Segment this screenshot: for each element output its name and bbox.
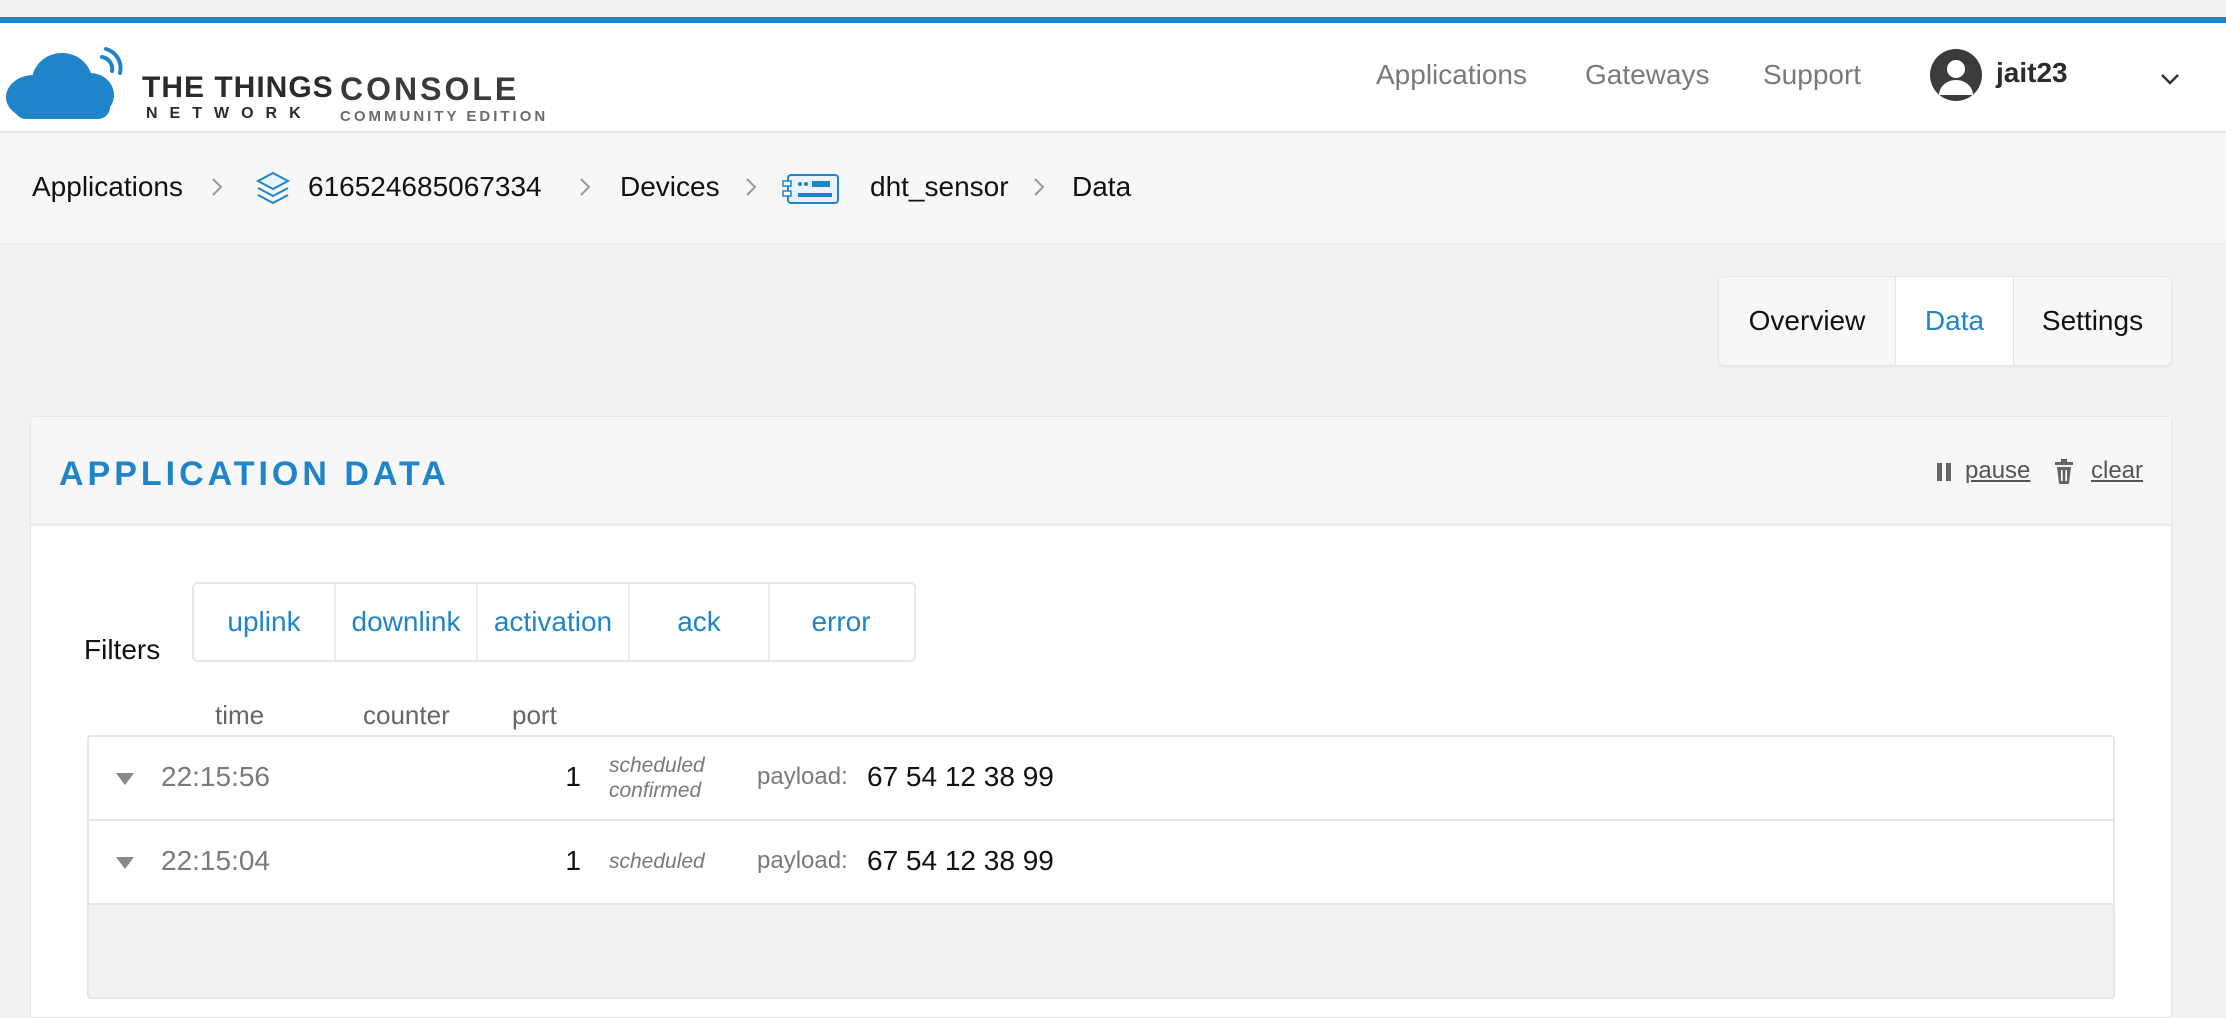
product-name: CONSOLE (340, 71, 520, 107)
panel-header: APPLICATION DATA pause clear (31, 417, 2171, 526)
expand-caret-icon[interactable] (115, 856, 135, 870)
product-edition: COMMUNITY EDITION (340, 108, 549, 125)
tab-settings[interactable]: Settings (2014, 277, 2171, 365)
application-stack-icon (255, 171, 291, 205)
header: THE THINGS NETWORK CONSOLE COMMUNITY EDI… (0, 23, 2226, 133)
breadcrumb: Applications 616524685067334 Devices dht… (0, 133, 2226, 245)
payload-label: payload: (757, 763, 848, 790)
row-status-scheduled: scheduled (609, 850, 705, 873)
filter-uplink[interactable]: uplink (194, 584, 334, 660)
expand-caret-icon[interactable] (115, 772, 135, 786)
payload-value: 67 54 12 38 99 (867, 761, 1054, 792)
breadcrumb-devices[interactable]: Devices (620, 171, 720, 203)
table-row[interactable]: 22:15:04 1 scheduled payload: 67 54 12 3… (89, 821, 2113, 905)
device-tabs: Overview Data Settings (1718, 276, 2172, 366)
chevron-right-icon (580, 178, 591, 196)
filter-activation[interactable]: activation (478, 584, 628, 660)
tab-overview[interactable]: Overview (1719, 277, 1895, 365)
breadcrumb-current-data: Data (1072, 171, 1132, 202)
row-port: 1 (565, 845, 581, 876)
brand-name-line1: THE THINGS (142, 71, 334, 104)
table-row[interactable]: 22:15:56 1 scheduled confirmed payload: … (89, 737, 2113, 821)
filter-downlink[interactable]: downlink (336, 584, 476, 660)
nav-applications-link[interactable]: Applications (1376, 59, 1527, 91)
filter-ack[interactable]: ack (630, 584, 768, 660)
brand-logo[interactable]: THE THINGS NETWORK CONSOLE COMMUNITY EDI… (4, 45, 594, 125)
panel-title: APPLICATION DATA (59, 455, 450, 493)
chevron-down-icon[interactable] (2158, 67, 2182, 91)
payload-value: 67 54 12 38 99 (867, 845, 1054, 876)
row-port: 1 (565, 761, 581, 792)
filters-label: Filters (84, 634, 161, 665)
nav-gateways-link[interactable]: Gateways (1585, 59, 1710, 91)
filter-group: uplink downlink activation ack error (192, 582, 916, 662)
chevron-right-icon (212, 178, 223, 196)
nav-support-link[interactable]: Support (1763, 59, 1861, 91)
column-header-counter: counter (363, 700, 450, 730)
row-time: 22:15:56 (161, 761, 270, 792)
tab-data[interactable]: Data (1896, 277, 2013, 365)
pause-button[interactable]: pause (1965, 457, 2030, 485)
row-status-scheduled: scheduled (609, 754, 705, 777)
payload-label: payload: (757, 847, 848, 874)
row-status-confirmed: confirmed (609, 779, 702, 802)
column-header-time: time (215, 700, 265, 730)
user-avatar-icon[interactable] (1930, 49, 1982, 101)
brand-name-line2: NETWORK (146, 105, 313, 122)
data-table: 22:15:56 1 scheduled confirmed payload: … (87, 735, 2115, 999)
device-icon (782, 174, 839, 204)
chevron-right-icon (1034, 178, 1045, 196)
user-name[interactable]: jait23 (1996, 57, 2068, 89)
pause-icon[interactable] (1935, 461, 1953, 483)
breadcrumb-applications[interactable]: Applications (32, 171, 183, 203)
chevron-right-icon (746, 178, 757, 196)
filter-error[interactable]: error (770, 584, 912, 660)
trash-icon[interactable] (2053, 459, 2075, 485)
breadcrumb-application-id[interactable]: 616524685067334 (308, 171, 542, 203)
clear-button[interactable]: clear (2091, 457, 2143, 485)
ttn-cloud-logo-icon (6, 47, 123, 119)
breadcrumb-device-id[interactable]: dht_sensor (870, 171, 1009, 203)
column-header-port: port (512, 700, 557, 730)
row-time: 22:15:04 (161, 845, 270, 876)
